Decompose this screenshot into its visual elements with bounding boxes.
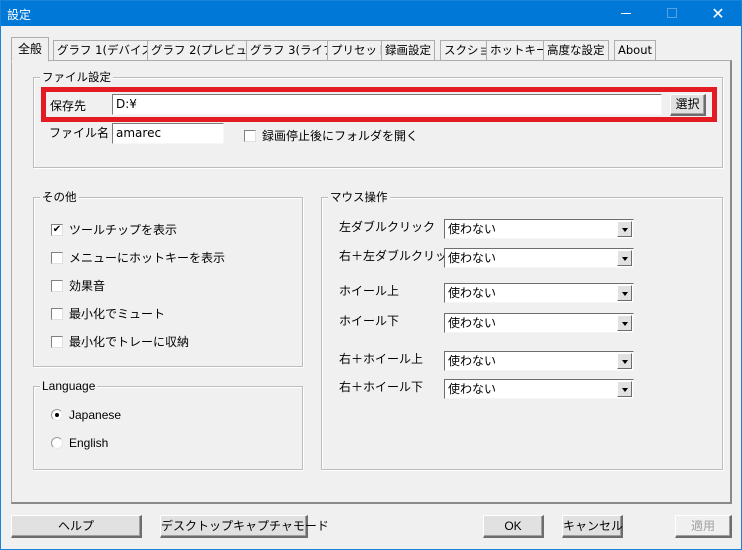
tab-panel-general: ファイル設定 保存先 D:¥ 選択 ファイル名 amarec 録画停止後にフォル… xyxy=(11,60,732,504)
checkbox-label: ツールチップを表示 xyxy=(69,223,178,237)
left-double-click-select[interactable]: 使わない xyxy=(444,219,634,239)
left-double-click-label: 左ダブルクリック xyxy=(339,220,436,234)
show-tooltips-checkbox[interactable]: ✔ ツールチップを表示 xyxy=(51,221,177,238)
select-value: 使わない xyxy=(448,286,497,300)
help-button[interactable]: ヘルプ xyxy=(11,515,142,538)
select-value: 使わない xyxy=(448,222,497,236)
tab-advanced[interactable]: 高度な設定 xyxy=(543,40,609,61)
right-left-double-click-select[interactable]: 使わない xyxy=(444,248,634,268)
language-english-radio[interactable]: English xyxy=(51,436,108,450)
tab-recording-settings[interactable]: 録画設定 xyxy=(381,40,435,61)
checkbox-label: 最小化でミュート xyxy=(69,307,166,321)
chevron-down-icon[interactable] xyxy=(617,285,632,301)
select-value: 使わない xyxy=(448,382,497,396)
select-value: 使わない xyxy=(448,316,497,330)
tab-hotkeys[interactable]: ホットキー xyxy=(486,40,552,61)
save-to-label: 保存先 xyxy=(50,99,87,113)
file-settings-legend: ファイル設定 xyxy=(40,70,113,84)
minimize-button[interactable] xyxy=(603,1,649,26)
cancel-button[interactable]: キャンセル xyxy=(562,515,623,538)
open-folder-after-recording-checkbox[interactable]: 録画停止後にフォルダを開く xyxy=(244,127,418,144)
maximize-button xyxy=(649,1,695,26)
chevron-down-icon[interactable] xyxy=(617,315,632,331)
tab-graph1-device[interactable]: グラフ 1(デバイス) xyxy=(53,40,162,61)
right-wheel-up-select[interactable]: 使わない xyxy=(444,351,634,371)
right-left-double-click-label: 右＋左ダブルクリック xyxy=(339,249,460,263)
mute-on-minimize-checkbox[interactable]: 最小化でミュート xyxy=(51,305,165,322)
checkbox-label: 効果音 xyxy=(69,279,106,293)
title-bar[interactable]: 設定 ✕ xyxy=(1,1,741,26)
file-name-label: ファイル名 xyxy=(49,126,110,140)
checkbox-box[interactable] xyxy=(244,129,256,142)
mouse-operations-legend: マウス操作 xyxy=(328,190,390,204)
select-value: 使わない xyxy=(448,354,497,368)
file-name-input[interactable]: amarec xyxy=(112,123,224,144)
ok-button[interactable]: OK xyxy=(483,515,544,538)
chevron-down-icon[interactable] xyxy=(617,250,632,266)
language-legend: Language xyxy=(40,379,98,393)
tab-general[interactable]: 全般 xyxy=(11,37,50,62)
close-button[interactable]: ✕ xyxy=(695,1,741,26)
chevron-down-icon[interactable] xyxy=(617,381,632,397)
minimize-icon xyxy=(621,12,631,14)
radio-label: Japanese xyxy=(69,408,122,422)
other-legend: その他 xyxy=(40,190,79,204)
save-to-input[interactable]: D:¥ xyxy=(112,94,662,115)
wheel-up-select[interactable]: 使わない xyxy=(444,283,634,303)
right-wheel-down-select[interactable]: 使わない xyxy=(444,379,634,399)
maximize-icon xyxy=(667,8,677,18)
select-value: 使わない xyxy=(448,251,497,265)
chevron-down-icon[interactable] xyxy=(617,221,632,237)
right-wheel-up-label: 右＋ホイール上 xyxy=(339,352,424,366)
window-title: 設定 xyxy=(7,8,32,22)
checkbox-label: メニューにホットキーを表示 xyxy=(69,251,226,265)
checkbox-box[interactable] xyxy=(51,307,63,320)
minimize-to-tray-checkbox[interactable]: 最小化でトレーに収納 xyxy=(51,333,189,350)
sound-effects-checkbox[interactable]: 効果音 xyxy=(51,277,105,294)
language-group: Language xyxy=(33,379,303,470)
desktop-capture-mode-button[interactable]: デスクトップキャプチャモード xyxy=(160,515,329,538)
close-icon: ✕ xyxy=(711,4,725,23)
tab-about[interactable]: About xyxy=(614,40,657,61)
radio-dot[interactable] xyxy=(51,437,63,449)
checkbox-box[interactable] xyxy=(51,335,63,348)
radio-label: English xyxy=(69,436,109,450)
wheel-up-label: ホイール上 xyxy=(339,284,400,298)
right-wheel-down-label: 右＋ホイール下 xyxy=(339,380,424,394)
checkbox-box[interactable]: ✔ xyxy=(51,223,63,236)
select-folder-button[interactable]: 選択 xyxy=(670,94,706,116)
radio-dot[interactable] xyxy=(51,409,63,421)
checkbox-label: 録画停止後にフォルダを開く xyxy=(262,129,419,143)
wheel-down-select[interactable]: 使わない xyxy=(444,313,634,333)
settings-dialog: 設定 ✕ 全般 グラフ 1(デバイス) グラフ 2(プレビュー) グラフ 3(ラ… xyxy=(0,0,742,550)
checkbox-box[interactable] xyxy=(51,279,63,292)
language-japanese-radio[interactable]: Japanese xyxy=(51,408,121,422)
show-hotkeys-in-menu-checkbox[interactable]: メニューにホットキーを表示 xyxy=(51,249,225,266)
wheel-down-label: ホイール下 xyxy=(339,314,400,328)
checkbox-label: 最小化でトレーに収納 xyxy=(69,335,190,349)
apply-button: 適用 xyxy=(675,515,732,538)
chevron-down-icon[interactable] xyxy=(617,353,632,369)
checkbox-box[interactable] xyxy=(51,251,63,264)
